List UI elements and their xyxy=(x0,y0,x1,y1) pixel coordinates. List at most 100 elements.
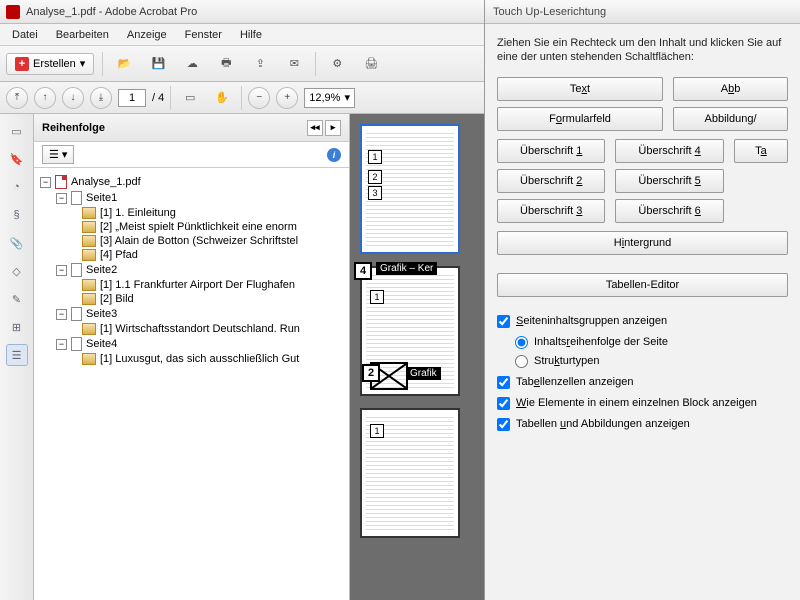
collapse-icon[interactable]: − xyxy=(56,193,67,204)
printer2-icon[interactable]: 🖨 xyxy=(358,51,384,77)
mail-icon[interactable]: ✉ xyxy=(281,51,307,77)
check-block[interactable]: Wie Elemente in einem einzelnen Block an… xyxy=(497,397,788,410)
checkbox[interactable] xyxy=(497,376,510,389)
h3-button[interactable]: Überschrift 3 xyxy=(497,199,605,223)
page-icon xyxy=(71,307,82,321)
order-tag: 1 xyxy=(370,424,384,438)
abb-button[interactable]: Abb xyxy=(673,77,788,101)
touch-up-dialog: Touch Up-Leserichtung Ziehen Sie ein Rec… xyxy=(484,0,800,600)
radio[interactable] xyxy=(515,355,528,368)
zoom-in-button[interactable]: + xyxy=(276,87,298,109)
last-page-button[interactable]: ⤓ xyxy=(90,87,112,109)
h6-button[interactable]: Überschrift 6 xyxy=(615,199,723,223)
separator xyxy=(315,52,316,76)
tree-item[interactable]: [1] Luxusgut, das sich ausschließlich Gu… xyxy=(38,352,345,366)
h4-button[interactable]: Überschrift 4 xyxy=(615,139,723,163)
snake-icon[interactable]: § xyxy=(6,204,28,226)
tree-page[interactable]: −Seite2 xyxy=(38,262,345,278)
clock-icon[interactable]: ◔ xyxy=(6,176,28,198)
panel-prev-icon[interactable]: ◂◂ xyxy=(307,120,323,136)
checkbox[interactable] xyxy=(497,315,510,328)
menu-hilfe[interactable]: Hilfe xyxy=(232,27,270,43)
page-input[interactable] xyxy=(118,89,146,107)
zoom-select[interactable]: 12,9% ▾ xyxy=(304,88,355,108)
text-button[interactable]: Text xyxy=(497,77,663,101)
table-editor-button[interactable]: Tabellen-Editor xyxy=(497,273,788,297)
menu-datei[interactable]: Datei xyxy=(4,27,46,43)
h2-button[interactable]: Überschrift 2 xyxy=(497,169,605,193)
order-panel-icon[interactable]: ☰ xyxy=(6,344,28,366)
share-icon[interactable]: ⇪ xyxy=(247,51,273,77)
radio-order[interactable]: Inhaltsreihenfolge der Seite xyxy=(515,336,788,349)
check-tables-figs[interactable]: Tabellen und Abbildungen anzeigen xyxy=(497,418,788,431)
tree-page[interactable]: −Seite4 xyxy=(38,336,345,352)
zoom-out-button[interactable]: − xyxy=(248,87,270,109)
collapse-icon[interactable]: − xyxy=(56,309,67,320)
tag-label: Grafik – Ker xyxy=(376,262,437,275)
tree-item[interactable]: [1] 1.1 Frankfurter Airport Der Flughafe… xyxy=(38,278,345,292)
save-icon[interactable]: 💾 xyxy=(145,51,171,77)
panel-next-icon[interactable]: ▸ xyxy=(325,120,341,136)
thumb-page-1[interactable]: 1 2 3 xyxy=(360,124,460,254)
attachment-icon[interactable]: 📎 xyxy=(6,232,28,254)
layers-icon[interactable]: ◇ xyxy=(6,260,28,282)
tree-page[interactable]: −Seite1 xyxy=(38,190,345,206)
tree-item[interactable]: [1] Wirtschaftsstandort Deutschland. Run xyxy=(38,322,345,336)
dialog-instructions: Ziehen Sie ein Rechteck um den Inhalt un… xyxy=(497,36,788,65)
page-icon xyxy=(71,263,82,277)
collapse-icon[interactable]: − xyxy=(56,265,67,276)
next-page-button[interactable]: ↓ xyxy=(62,87,84,109)
collapse-icon[interactable]: − xyxy=(40,177,51,188)
thumb-page-2[interactable]: 4 Grafik – Ker 1 2 Grafik xyxy=(360,266,460,396)
plus-icon: + xyxy=(15,57,29,71)
tree-item[interactable]: [2] Bild xyxy=(38,292,345,306)
abbildung-button[interactable]: Abbildung/ xyxy=(673,107,788,131)
tags-icon[interactable]: ⊞ xyxy=(6,316,28,338)
view-mode-button[interactable]: ☰ ▾ xyxy=(42,145,74,164)
bookmarks-icon[interactable]: 🔖 xyxy=(6,148,28,170)
thumb-page-3[interactable]: 1 xyxy=(360,408,460,538)
page-total: / 4 xyxy=(152,92,164,104)
first-page-button[interactable]: ⤒ xyxy=(6,87,28,109)
checkbox[interactable] xyxy=(497,397,510,410)
sign-icon[interactable]: ✎ xyxy=(6,288,28,310)
box-icon xyxy=(82,207,96,219)
gear-icon[interactable]: ⚙ xyxy=(324,51,350,77)
radio-struct[interactable]: Strukturtypen xyxy=(515,355,788,368)
root-label: Analyse_1.pdf xyxy=(71,176,141,188)
tree-item[interactable]: [3] Alain de Botton (Schweizer Schriftst… xyxy=(38,234,345,248)
info-icon[interactable]: i xyxy=(327,148,341,162)
create-button[interactable]: + Erstellen ▾ xyxy=(6,53,94,75)
hand-tool-icon[interactable]: ✋ xyxy=(209,85,235,111)
select-tool-icon[interactable]: ▭ xyxy=(177,85,203,111)
formfield-button[interactable]: Formularfeld xyxy=(497,107,663,131)
tree-item[interactable]: [1] 1. Einleitung xyxy=(38,206,345,220)
collapse-icon[interactable]: − xyxy=(56,339,67,350)
check-tablecells[interactable]: Tabellenzellen anzeigen xyxy=(497,376,788,389)
hintergrund-button[interactable]: Hintergrund xyxy=(497,231,788,255)
check-groups[interactable]: Seiteninhaltsgruppen anzeigen xyxy=(497,315,788,328)
tree-item[interactable]: [4] Pfad xyxy=(38,248,345,262)
tree-root[interactable]: − Analyse_1.pdf xyxy=(38,174,345,190)
radio[interactable] xyxy=(515,336,528,349)
prev-page-button[interactable]: ↑ xyxy=(34,87,56,109)
open-icon[interactable]: 📂 xyxy=(111,51,137,77)
checkbox[interactable] xyxy=(497,418,510,431)
separator xyxy=(241,86,242,110)
separator xyxy=(170,86,171,110)
cloud-icon[interactable]: ☁ xyxy=(179,51,205,77)
tag-label: Grafik xyxy=(406,367,441,380)
h5-button[interactable]: Überschrift 5 xyxy=(615,169,723,193)
print-icon[interactable]: 🖶 xyxy=(213,51,239,77)
box-icon xyxy=(82,279,96,291)
box-icon xyxy=(82,293,96,305)
tree-item[interactable]: [2] „Meist spielt Pünktlichkeit eine eno… xyxy=(38,220,345,234)
menu-bearbeiten[interactable]: Bearbeiten xyxy=(48,27,117,43)
menu-fenster[interactable]: Fenster xyxy=(177,27,230,43)
tree-page[interactable]: −Seite3 xyxy=(38,306,345,322)
h1-button[interactable]: Überschrift 1 xyxy=(497,139,605,163)
pages-panel-icon[interactable]: ▭ xyxy=(6,120,28,142)
ta-button[interactable]: Ta xyxy=(734,139,788,163)
menu-anzeige[interactable]: Anzeige xyxy=(119,27,175,43)
panel-sub: ☰ ▾ i xyxy=(34,142,349,168)
